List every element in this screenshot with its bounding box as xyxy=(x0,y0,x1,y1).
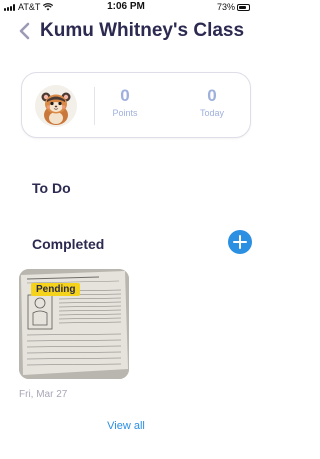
status-time: 1:06 PM xyxy=(107,1,145,12)
battery-percent: 73% xyxy=(216,2,235,12)
battery-icon xyxy=(237,3,250,11)
header: Kumu Whitney's Class xyxy=(0,18,252,44)
submission-thumbnail[interactable]: Pending xyxy=(19,269,129,379)
pending-badge: Pending xyxy=(31,283,81,296)
today-value: 0 xyxy=(207,86,217,105)
hamster-avatar-icon xyxy=(35,85,77,127)
submission-date: Fri, Mar 27 xyxy=(19,389,68,400)
points-label: Points xyxy=(112,108,138,118)
stats-divider xyxy=(94,87,95,125)
view-all-link[interactable]: View all xyxy=(0,420,252,432)
back-chevron-icon[interactable] xyxy=(18,21,32,41)
todo-heading: To Do xyxy=(32,180,71,196)
page-title: Kumu Whitney's Class xyxy=(40,20,245,41)
points-value: 0 xyxy=(120,86,130,105)
status-bar: AT&T 1:06 PM 73% xyxy=(0,0,252,14)
add-post-button[interactable] xyxy=(228,230,252,254)
points-stat: 0 Points xyxy=(105,86,145,119)
battery-fill xyxy=(239,5,246,9)
completed-heading: Completed xyxy=(32,236,105,252)
stats-card: 0 Points 0 Today xyxy=(21,72,251,138)
status-right: 73% xyxy=(217,2,250,12)
today-stat: 0 Today xyxy=(192,86,232,119)
today-label: Today xyxy=(199,108,225,118)
